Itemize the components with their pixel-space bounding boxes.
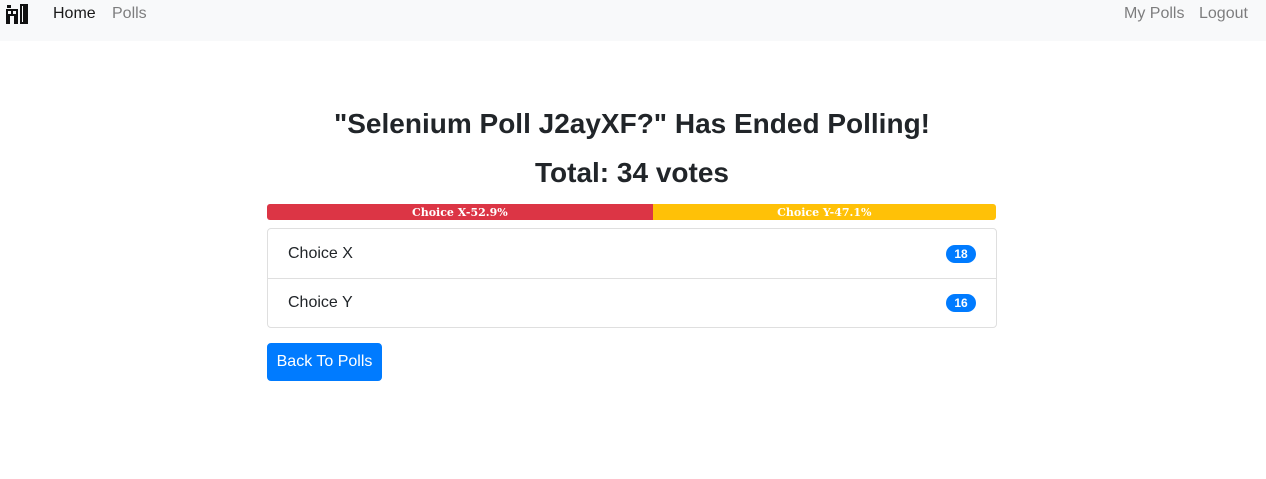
list-item: Choice X 18: [268, 229, 996, 278]
page-title: "Selenium Poll J2ayXF?" Has Ended Pollin…: [333, 108, 930, 139]
progress-segment-choice-x: Choice X-52.9%: [267, 204, 653, 220]
vote-count-badge: 16: [946, 294, 976, 312]
nav-polls-link[interactable]: Polls: [112, 5, 147, 23]
list-item: Choice Y 16: [268, 278, 996, 327]
choice-label: Choice Y: [288, 294, 353, 311]
nav-my-polls-link[interactable]: My Polls: [1124, 5, 1184, 23]
choice-label: Choice X: [288, 244, 353, 262]
ballot-box-icon[interactable]: [5, 4, 29, 24]
results-list: Choice X 18 Choice Y 16: [267, 228, 997, 328]
progress-segment-choice-y: Choice Y-47.1%: [652, 204, 996, 220]
navbar: Home Polls My Polls Logout: [0, 0, 1266, 41]
nav-logout-link[interactable]: Logout: [1199, 5, 1248, 23]
results-progress-bar: Choice X-52.9% Choice Y-47.1%: [267, 204, 996, 220]
vote-count-badge: 18: [946, 244, 976, 263]
vote-total: Total: 34 votes: [535, 157, 729, 188]
nav-home-link[interactable]: Home: [53, 5, 96, 23]
back-to-polls-button[interactable]: Back To Polls: [267, 343, 382, 381]
